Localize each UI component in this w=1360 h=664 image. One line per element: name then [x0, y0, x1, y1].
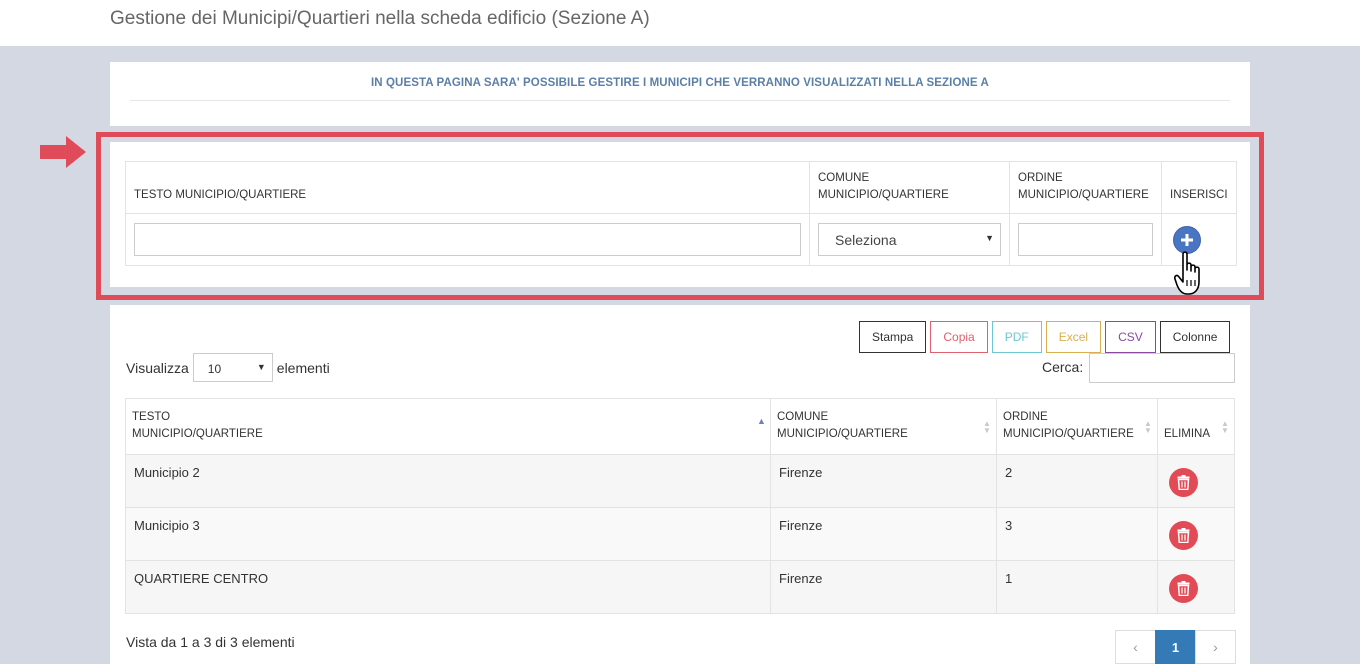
cell-testo: QUARTIERE CENTRO	[125, 560, 771, 614]
pagination: ‹ 1 ›	[1115, 630, 1236, 664]
delete-button[interactable]	[1169, 574, 1198, 603]
cell-elimina	[1157, 454, 1235, 508]
csv-button[interactable]: CSV	[1105, 321, 1156, 353]
trash-icon	[1177, 528, 1190, 543]
highlight-frame	[96, 132, 1264, 300]
length-menu: Visualizza 10 ▼ elementi	[126, 353, 330, 382]
excel-button[interactable]: Excel	[1045, 321, 1102, 353]
page-title: Gestione dei Municipi/Quartieri nella sc…	[110, 8, 650, 29]
export-buttons: Stampa Copia PDF Excel CSV Colonne	[859, 321, 1231, 353]
cell-testo: Municipio 3	[125, 507, 771, 561]
sort-icon: ▲ ▼	[1221, 419, 1229, 435]
cell-ordine: 3	[996, 507, 1158, 561]
col-ordine[interactable]: ORDINE MUNICIPIO/QUARTIERE ▲ ▼	[996, 398, 1158, 455]
search-label: Cerca:	[1042, 359, 1084, 375]
cell-comune: Firenze	[770, 454, 997, 508]
col-elimina-label: ELIMINA	[1164, 428, 1211, 440]
table-info: Vista da 1 a 3 di 3 elementi	[126, 634, 295, 650]
length-suffix: elementi	[276, 359, 330, 376]
arrow-right-icon	[40, 136, 86, 168]
cell-ordine: 1	[996, 560, 1158, 614]
table-row: Municipio 2 Firenze 2	[125, 454, 1235, 508]
next-page-button[interactable]: ›	[1195, 630, 1236, 664]
list-card: Stampa Copia PDF Excel CSV Colonne Visua…	[110, 305, 1250, 664]
cell-elimina	[1157, 507, 1235, 561]
cell-testo: Municipio 2	[125, 454, 771, 508]
col-testo-line2: MUNICIPIO/QUARTIERE	[132, 428, 263, 440]
length-select[interactable]: 10 ▼	[192, 353, 273, 382]
divider	[130, 100, 1230, 101]
colonne-button[interactable]: Colonne	[1159, 321, 1231, 353]
col-testo[interactable]: TESTO MUNICIPIO/QUARTIERE ▲	[125, 398, 771, 455]
col-ordine-line2: MUNICIPIO/QUARTIERE	[1003, 428, 1134, 440]
cell-elimina	[1157, 560, 1235, 614]
page-1-button[interactable]: 1	[1155, 630, 1196, 664]
info-card: IN QUESTA PAGINA SARA' POSSIBILE GESTIRE…	[110, 62, 1250, 126]
caret-down-icon: ▼	[256, 362, 266, 372]
search-input[interactable]	[1089, 353, 1235, 383]
table-row: Municipio 3 Firenze 3	[125, 507, 1235, 561]
sort-icon: ▲ ▼	[1144, 419, 1152, 435]
pdf-button[interactable]: PDF	[991, 321, 1042, 353]
info-message: IN QUESTA PAGINA SARA' POSSIBILE GESTIRE…	[371, 77, 989, 89]
length-select-value: 10	[207, 362, 222, 376]
copia-button[interactable]: Copia	[930, 321, 988, 353]
sort-icon: ▲ ▼	[983, 419, 991, 435]
trash-icon	[1177, 475, 1190, 490]
sort-asc-icon: ▲	[757, 416, 766, 426]
col-comune[interactable]: COMUNE MUNICIPIO/QUARTIERE ▲ ▼	[770, 398, 997, 455]
cell-ordine: 2	[996, 454, 1158, 508]
length-prefix: Visualizza	[126, 359, 189, 376]
trash-icon	[1177, 581, 1190, 596]
col-comune-line1: COMUNE	[777, 411, 829, 423]
cell-comune: Firenze	[770, 507, 997, 561]
table-row: QUARTIERE CENTRO Firenze 1	[125, 560, 1235, 614]
col-testo-line1: TESTO	[132, 411, 171, 423]
cell-comune: Firenze	[770, 560, 997, 614]
top-bar: Gestione dei Municipi/Quartieri nella sc…	[0, 0, 1360, 46]
stampa-button[interactable]: Stampa	[859, 321, 927, 353]
hand-cursor-icon	[1174, 251, 1200, 295]
col-ordine-line1: ORDINE	[1003, 411, 1048, 423]
municipi-table: TESTO MUNICIPIO/QUARTIERE ▲ COMUNE MUNICIP…	[125, 398, 1235, 614]
col-elimina[interactable]: ELIMINA ▲ ▼	[1157, 398, 1235, 455]
col-comune-line2: MUNICIPIO/QUARTIERE	[777, 428, 908, 440]
prev-page-button[interactable]: ‹	[1115, 630, 1156, 664]
delete-button[interactable]	[1169, 468, 1198, 497]
delete-button[interactable]	[1169, 521, 1198, 550]
